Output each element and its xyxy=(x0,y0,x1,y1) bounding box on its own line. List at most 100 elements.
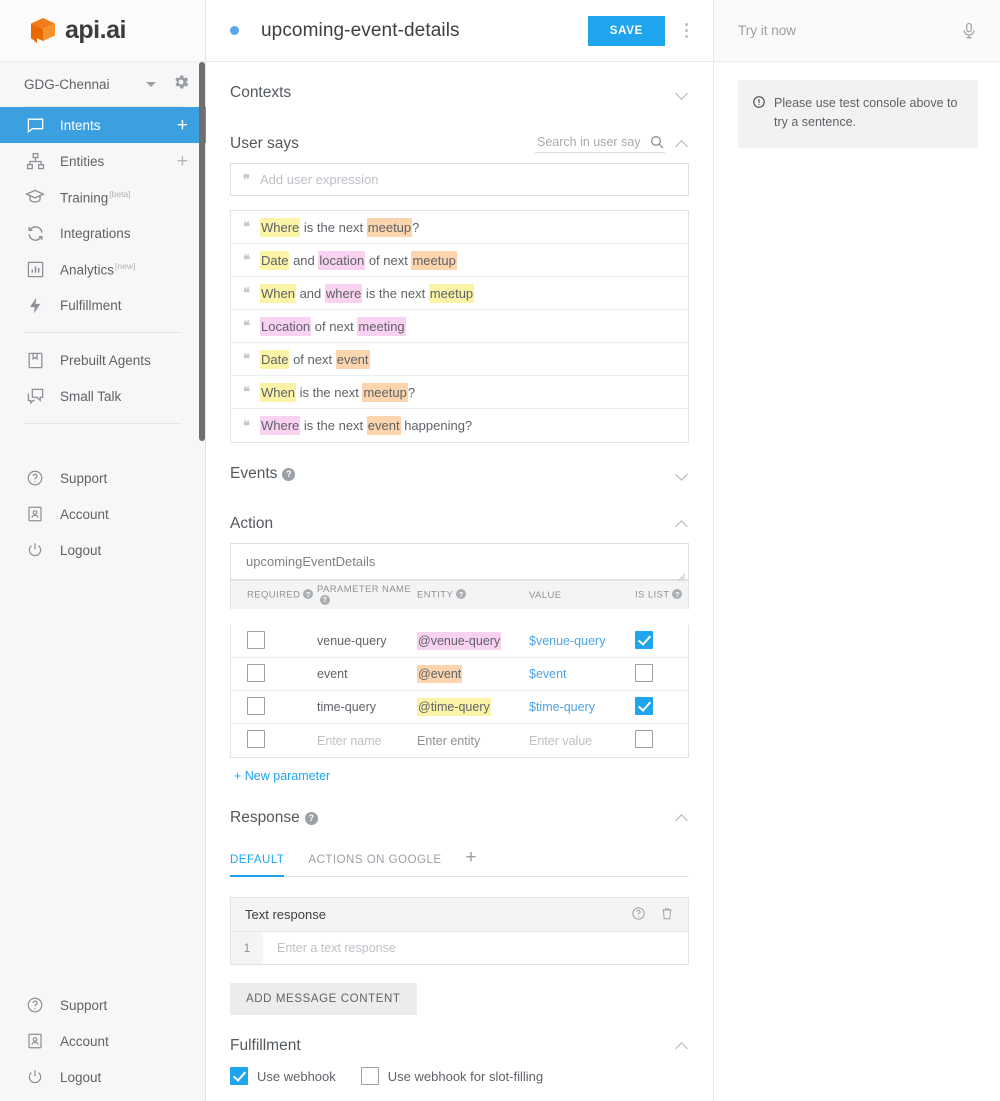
trash-icon[interactable] xyxy=(660,906,674,924)
help-icon[interactable]: ? xyxy=(303,589,313,599)
add-user-expression-input[interactable]: ❞ Add user expression xyxy=(230,163,689,196)
sidebar-item-support-pinned[interactable]: Support xyxy=(0,987,205,1023)
user-says-row[interactable]: ❝When is the next meetup? xyxy=(231,376,688,409)
sidebar-item-support[interactable]: Support xyxy=(0,460,205,496)
parameter-required-checkbox[interactable] xyxy=(247,730,265,748)
help-icon[interactable]: ? xyxy=(305,812,318,825)
parameter-entity-cell[interactable]: @venue-query xyxy=(417,634,529,648)
user-says-row[interactable]: ❝Date and location of next meetup xyxy=(231,244,688,277)
brand-logo[interactable]: api.ai xyxy=(0,0,205,62)
sidebar-item-training[interactable]: Training[beta] xyxy=(0,179,206,215)
section-action-header[interactable]: Action xyxy=(230,493,689,543)
action-name-value: upcomingEventDetails xyxy=(246,554,375,569)
sidebar-item-small-talk[interactable]: Small Talk xyxy=(0,378,206,414)
parameter-name-cell[interactable]: event xyxy=(317,667,417,681)
sidebar-item-account-pinned[interactable]: Account xyxy=(0,1023,205,1059)
tab-default[interactable]: DEFAULT xyxy=(230,844,284,877)
new-parameter-button[interactable]: + New parameter xyxy=(230,758,689,787)
parameter-is-list-checkbox[interactable] xyxy=(635,664,653,682)
section-response-header[interactable]: Response? xyxy=(230,787,689,837)
api-ai-console: api.ai GDG-Chennai Int xyxy=(0,0,1000,1101)
search-input[interactable] xyxy=(535,134,643,150)
use-webhook-checkbox[interactable] xyxy=(230,1067,248,1085)
parameter-name-cell[interactable]: time-query xyxy=(317,700,417,714)
sidebar-item-fulfillment[interactable]: Fulfillment xyxy=(0,287,206,323)
chevron-down-icon[interactable] xyxy=(146,82,156,87)
section-actions-on-google-header[interactable]: Actions on Google xyxy=(230,1089,689,1101)
help-icon[interactable]: ? xyxy=(672,589,682,599)
chevron-up-icon[interactable] xyxy=(675,811,689,825)
help-icon[interactable]: ? xyxy=(456,589,466,599)
sidebar-item-docs[interactable]: Docs xyxy=(0,433,206,441)
parameter-required-checkbox[interactable] xyxy=(247,664,265,682)
section-events-header[interactable]: Events? xyxy=(230,443,689,493)
sidebar-item-entities[interactable]: Entities + xyxy=(0,143,206,179)
chevron-up-icon[interactable] xyxy=(675,517,689,531)
sidebar-scrollbar[interactable] xyxy=(199,62,205,441)
kebab-menu-icon[interactable] xyxy=(673,23,699,38)
user-says-row[interactable]: ❝Where is the next meetup? xyxy=(231,211,688,244)
help-icon[interactable]: ? xyxy=(320,595,330,605)
user-says-row[interactable]: ❝Where is the next event happening? xyxy=(231,409,688,442)
parameter-entity-cell[interactable]: @time-query xyxy=(417,700,529,714)
user-says-row[interactable]: ❝Date of next event xyxy=(231,343,688,376)
parameter-entity-cell[interactable]: @event xyxy=(417,667,529,681)
search-icon[interactable] xyxy=(649,134,665,150)
use-webhook-slot-filling-checkbox[interactable] xyxy=(361,1067,379,1085)
parameter-name-cell[interactable]: Enter name xyxy=(317,734,417,748)
section-contexts-header[interactable]: Contexts xyxy=(230,62,689,112)
parameter-required-checkbox[interactable] xyxy=(247,631,265,649)
parameter-value-cell[interactable]: $time-query xyxy=(529,700,635,714)
gear-icon[interactable] xyxy=(172,73,190,96)
chevron-up-icon[interactable] xyxy=(675,1039,689,1053)
parameter-row[interactable]: time-query@time-query$time-query xyxy=(231,691,688,724)
chevron-down-icon[interactable] xyxy=(675,86,689,100)
add-intent-button[interactable]: + xyxy=(177,116,192,135)
chevron-up-icon[interactable] xyxy=(675,137,689,151)
add-response-tab-button[interactable]: + xyxy=(466,847,477,873)
parameter-row[interactable]: event@event$event xyxy=(231,658,688,691)
parameter-value-cell[interactable]: $event xyxy=(529,667,635,681)
user-says-row[interactable]: ❝Location of next meeting xyxy=(231,310,688,343)
microphone-icon[interactable] xyxy=(960,20,978,42)
sidebar-item-logout[interactable]: Logout xyxy=(0,532,205,568)
parameter-entity-cell[interactable]: Enter entity xyxy=(417,734,529,748)
parameter-value-cell[interactable]: $venue-query xyxy=(529,634,635,648)
text-response-input[interactable]: Enter a text response xyxy=(263,941,688,955)
user-says-text: When is the next meetup? xyxy=(260,385,415,400)
parameter-is-list-checkbox[interactable] xyxy=(635,697,653,715)
parameter-is-list-checkbox[interactable] xyxy=(635,631,653,649)
sidebar-item-intents[interactable]: Intents + xyxy=(0,107,206,143)
sidebar-item-account[interactable]: Account xyxy=(0,496,205,532)
help-icon[interactable]: ? xyxy=(282,468,295,481)
section-fulfillment-header[interactable]: Fulfillment xyxy=(230,1015,689,1065)
save-button[interactable]: SAVE xyxy=(588,16,665,46)
sidebar-item-logout-pinned[interactable]: Logout xyxy=(0,1059,205,1095)
agent-selector[interactable]: GDG-Chennai xyxy=(0,62,206,106)
add-entity-button[interactable]: + xyxy=(177,152,192,171)
question-circle-icon[interactable] xyxy=(631,906,646,924)
parameter-name-cell[interactable]: venue-query xyxy=(317,634,417,648)
add-message-content-button[interactable]: ADD MESSAGE CONTENT xyxy=(230,983,417,1015)
parameter-required-checkbox[interactable] xyxy=(247,697,265,715)
response-tabs: DEFAULT ACTIONS ON GOOGLE + xyxy=(230,843,689,877)
parameter-row[interactable]: Enter nameEnter entityEnter value xyxy=(231,724,688,757)
text-response-line[interactable]: 1 Enter a text response xyxy=(231,932,688,964)
sidebar-item-prebuilt-agents[interactable]: Prebuilt Agents xyxy=(0,342,206,378)
action-name-input[interactable]: upcomingEventDetails xyxy=(230,543,689,580)
parameter-row[interactable]: venue-query@venue-query$venue-query xyxy=(231,625,688,658)
user-says-row[interactable]: ❝When and where is the next meetup xyxy=(231,277,688,310)
try-it-now-bar[interactable]: Try it now xyxy=(714,0,1000,62)
user-says-search[interactable] xyxy=(535,134,665,153)
parameter-is-list-checkbox[interactable] xyxy=(635,730,653,748)
user-says-text: Date of next event xyxy=(260,352,370,367)
user-says-text: Location of next meeting xyxy=(260,319,406,334)
sidebar-item-integrations[interactable]: Integrations xyxy=(0,215,206,251)
sidebar-item-analytics[interactable]: Analytics[new] xyxy=(0,251,206,287)
resize-grip-icon[interactable] xyxy=(678,569,686,577)
try-it-now-input[interactable]: Try it now xyxy=(738,23,960,38)
parameter-is-list-cell xyxy=(635,664,688,685)
chevron-down-icon[interactable] xyxy=(675,467,689,481)
tab-actions-on-google[interactable]: ACTIONS ON GOOGLE xyxy=(308,844,441,877)
parameter-value-cell[interactable]: Enter value xyxy=(529,734,635,748)
